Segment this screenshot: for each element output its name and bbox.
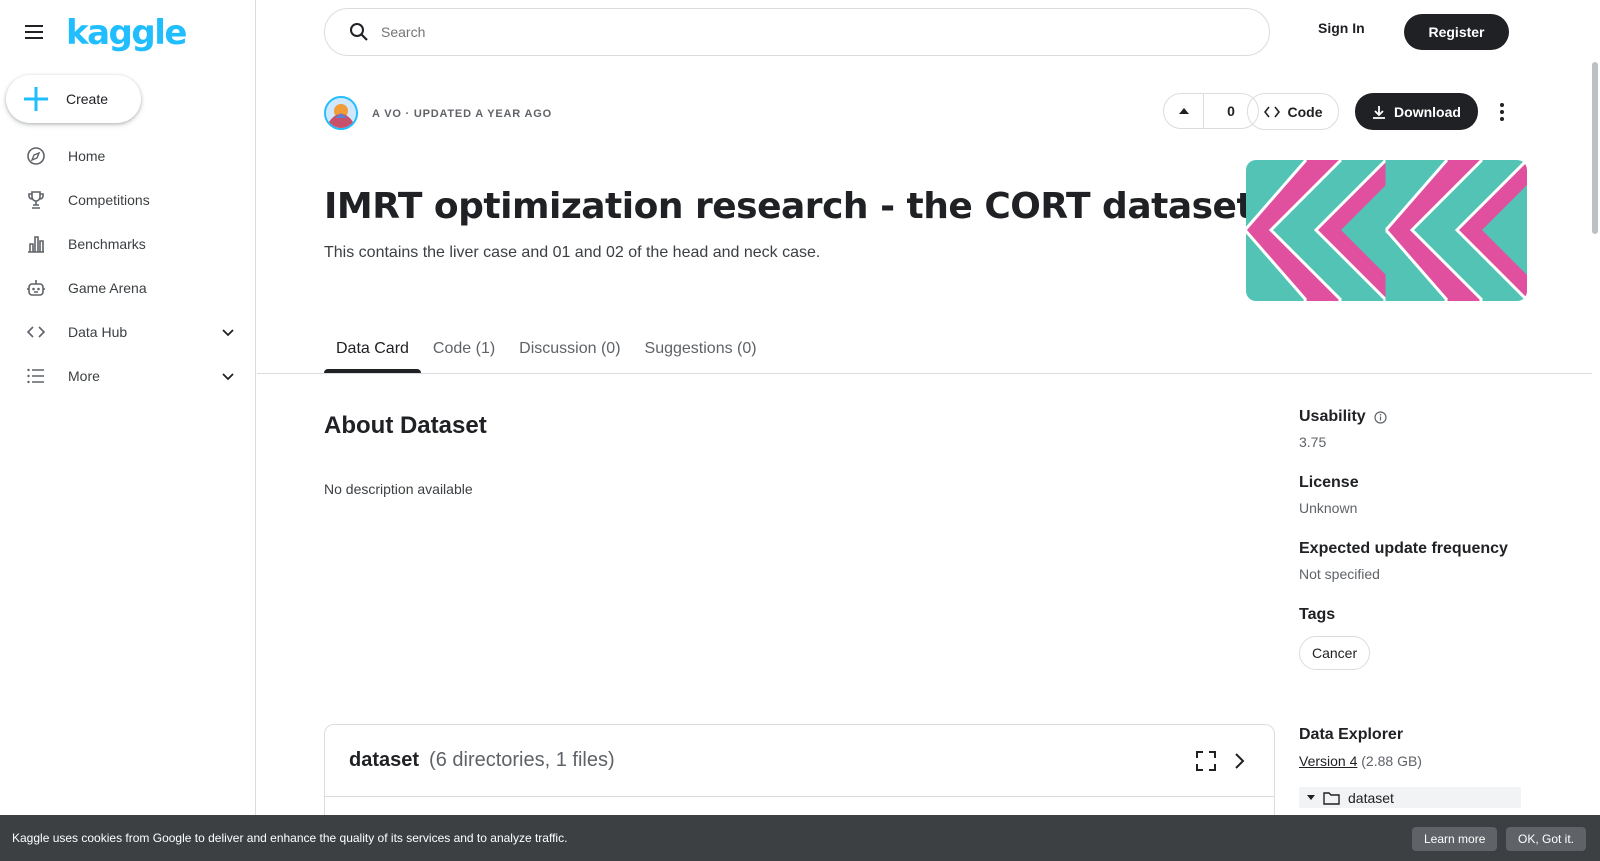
kaggle-logo[interactable]: kaggle bbox=[66, 13, 187, 53]
page-subtitle: This contains the liver case and 01 and … bbox=[324, 244, 821, 261]
data-explorer-heading: Data Explorer bbox=[1299, 726, 1404, 743]
sign-in-link[interactable]: Sign In bbox=[1318, 20, 1365, 36]
cookie-text: Kaggle uses cookies from Google to deliv… bbox=[12, 831, 568, 845]
more-options-icon[interactable] bbox=[1493, 100, 1511, 124]
page-title: IMRT optimization research - the CORT da… bbox=[324, 186, 1254, 227]
tab-bar: Data Card Code (1) Discussion (0) Sugges… bbox=[324, 328, 769, 373]
license-value: Unknown bbox=[1299, 500, 1358, 516]
download-button-label: Download bbox=[1394, 103, 1461, 120]
dataset-files-name: dataset bbox=[349, 749, 420, 771]
sidebar-item-home[interactable]: Home bbox=[0, 134, 256, 178]
tag-chip[interactable]: Cancer bbox=[1299, 636, 1371, 670]
sidebar-nav: Home Competitions Benchmarks Game Arena … bbox=[0, 134, 256, 398]
sidebar-item-benchmarks[interactable]: Benchmarks bbox=[0, 222, 256, 266]
author-updated-line: A VO · UPDATED A YEAR AGO bbox=[372, 108, 552, 120]
sidebar-item-label: Game Arena bbox=[68, 280, 147, 296]
caret-up-icon bbox=[1178, 108, 1189, 114]
code-brackets-icon bbox=[26, 326, 46, 338]
chevron-right-icon[interactable] bbox=[1234, 751, 1246, 771]
register-button[interactable]: Register bbox=[1404, 14, 1509, 50]
menu-icon[interactable] bbox=[22, 20, 50, 44]
data-explorer-version: Version 4 (2.88 GB) bbox=[1299, 753, 1422, 769]
sidebar-item-label: Benchmarks bbox=[68, 236, 146, 252]
code-icon bbox=[1263, 106, 1280, 117]
sidebar-item-label: Competitions bbox=[68, 192, 150, 208]
compass-icon bbox=[27, 147, 45, 165]
version-link[interactable]: Version 4 bbox=[1299, 753, 1357, 769]
usability-heading: Usability bbox=[1299, 408, 1529, 426]
usability-label: Usability bbox=[1299, 408, 1366, 425]
sidebar: kaggle Create Home Competitions Benchmar… bbox=[0, 0, 256, 861]
avatar[interactable] bbox=[324, 96, 358, 130]
chevron-down-icon[interactable] bbox=[220, 368, 236, 384]
caret-down-icon[interactable] bbox=[1307, 794, 1315, 801]
dataset-files-header: dataset (6 directories, 1 files) bbox=[325, 725, 1274, 797]
dataset-size: (2.88 GB) bbox=[1361, 753, 1422, 769]
download-button[interactable]: Download bbox=[1355, 93, 1478, 130]
dataset-files-meta: (6 directories, 1 files) bbox=[429, 749, 615, 771]
code-button[interactable]: Code bbox=[1247, 93, 1339, 130]
ok-got-it-button[interactable]: OK, Got it. bbox=[1506, 827, 1587, 851]
sidebar-item-competitions[interactable]: Competitions bbox=[0, 178, 256, 222]
create-button[interactable]: Create bbox=[6, 75, 141, 123]
sidebar-item-data-hub[interactable]: Data Hub bbox=[0, 310, 256, 354]
tree-item-label: dataset bbox=[1348, 789, 1394, 806]
tab-data-card[interactable]: Data Card bbox=[324, 328, 421, 373]
update-frequency-label: Expected update frequency bbox=[1299, 540, 1508, 557]
download-icon bbox=[1373, 105, 1386, 119]
about-body: No description available bbox=[324, 481, 473, 497]
create-label: Create bbox=[66, 91, 109, 107]
tab-code[interactable]: Code (1) bbox=[421, 328, 507, 373]
info-icon[interactable] bbox=[1374, 410, 1387, 424]
tab-suggestions[interactable]: Suggestions (0) bbox=[633, 328, 769, 373]
bar-chart-icon bbox=[28, 236, 44, 253]
upvote-button[interactable] bbox=[1164, 94, 1204, 128]
about-heading: About Dataset bbox=[324, 412, 487, 439]
update-frequency-value: Not specified bbox=[1299, 566, 1380, 582]
sidebar-item-label: More bbox=[68, 368, 100, 384]
usability-value: 3.75 bbox=[1299, 434, 1327, 450]
learn-more-button[interactable]: Learn more bbox=[1412, 827, 1498, 851]
robot-icon bbox=[27, 280, 45, 296]
chevron-down-icon[interactable] bbox=[220, 324, 236, 340]
upvote-control: 0 bbox=[1163, 93, 1259, 129]
trophy-icon bbox=[28, 191, 44, 209]
folder-icon bbox=[1323, 791, 1340, 805]
sidebar-item-label: Home bbox=[68, 148, 106, 164]
tags-label: Tags bbox=[1299, 606, 1336, 623]
search-bar[interactable] bbox=[324, 8, 1270, 56]
fullscreen-icon[interactable] bbox=[1196, 751, 1216, 771]
tab-discussion[interactable]: Discussion (0) bbox=[507, 328, 632, 373]
list-icon bbox=[27, 368, 44, 384]
cookie-banner: Kaggle uses cookies from Google to deliv… bbox=[0, 815, 1600, 861]
tree-item-dataset[interactable]: dataset bbox=[1299, 787, 1521, 808]
search-icon bbox=[350, 23, 368, 41]
page-scrollbar[interactable] bbox=[1592, 62, 1598, 234]
dataset-cover-image bbox=[1246, 160, 1527, 301]
tabs-divider bbox=[257, 373, 1592, 374]
sidebar-item-more[interactable]: More bbox=[0, 354, 256, 398]
sidebar-item-label: Data Hub bbox=[68, 324, 128, 340]
dataset-details: Usability 3.75 License Unknown Expected … bbox=[1299, 408, 1529, 694]
sidebar-item-game-arena[interactable]: Game Arena bbox=[0, 266, 256, 310]
search-input[interactable] bbox=[381, 24, 1181, 40]
code-button-label: Code bbox=[1287, 103, 1323, 120]
license-label: License bbox=[1299, 474, 1359, 491]
plus-icon bbox=[24, 87, 48, 111]
